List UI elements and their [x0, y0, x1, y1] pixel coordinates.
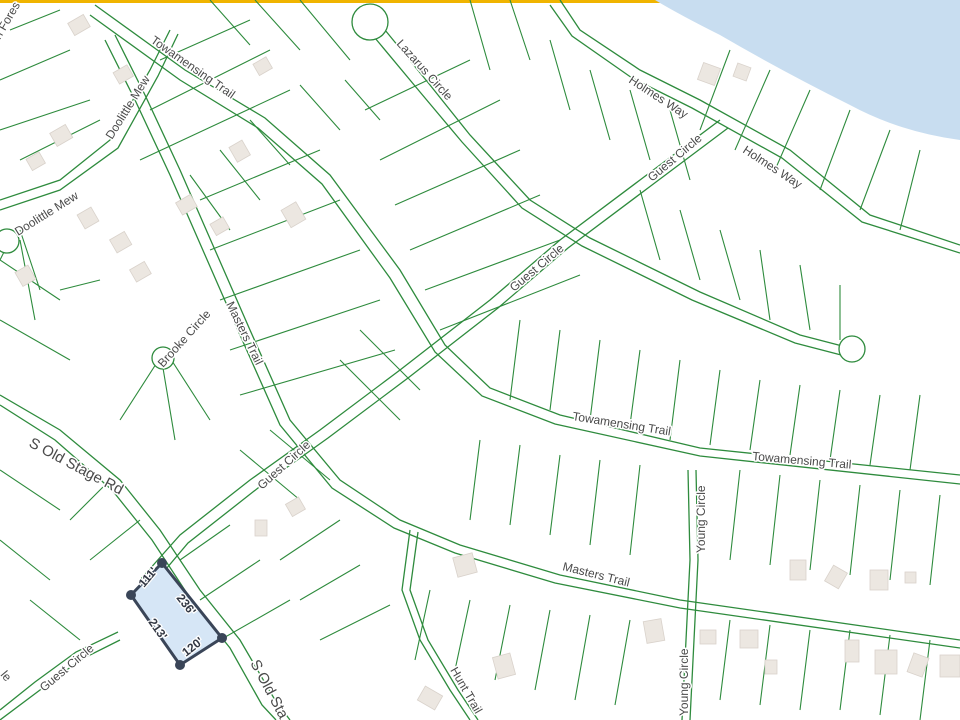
street-label-forest: n Fores: [0, 0, 23, 41]
cul-de-sac-guest-east: [838, 335, 866, 363]
street-label-hunt-trail: Hunt Trail: [447, 665, 485, 716]
parcel-vertex-north[interactable]: [157, 558, 167, 568]
street-label-doolittle-mew-south: Doolittle Mew: [12, 188, 81, 238]
parcel-vertex-east[interactable]: [217, 633, 227, 643]
street-label-masters-trail-north: Masters Trail: [223, 299, 266, 367]
street-label-young-circle-north: Young Circle: [694, 485, 708, 553]
street-label-brooke-circle: Brooke Circle: [155, 307, 214, 370]
street-label-young-circle-south: Young Circle: [677, 648, 691, 716]
parcel-vertex-west[interactable]: [126, 590, 136, 600]
cul-de-sac-lazarus: [351, 3, 389, 41]
street-label-holmes-way-west: Holmes Way: [626, 73, 690, 122]
street-label-guest-circle-northeast: Guest Circle: [645, 131, 705, 184]
street-label-towamensing-trail-east: Towamensing Trail: [752, 449, 852, 472]
street-label-holmes-way-east: Holmes Way: [740, 143, 804, 192]
selected-parcel[interactable]: 111' 236' 213' 120': [126, 558, 227, 670]
street-label-edge-le: le: [0, 668, 15, 684]
street-labels: n Fores Towamensing Trail Lazarus Circle…: [0, 0, 853, 720]
parcel-map[interactable]: 111' 236' 213' 120' n Fores Towamensing …: [0, 0, 960, 720]
parcel-vertex-south[interactable]: [175, 660, 185, 670]
street-label-masters-trail-south: Masters Trail: [561, 559, 631, 589]
street-label-towamensing-trail-center: Towamensing Trail: [572, 409, 672, 438]
parcel-lines: [0, 0, 941, 720]
street-label-guest-circle-bottom: Guest Circle: [37, 641, 97, 694]
street-label-lazarus-circle: Lazarus Circle: [394, 37, 456, 104]
street-label-guest-circle-southwest: Guest Circle: [255, 437, 314, 492]
